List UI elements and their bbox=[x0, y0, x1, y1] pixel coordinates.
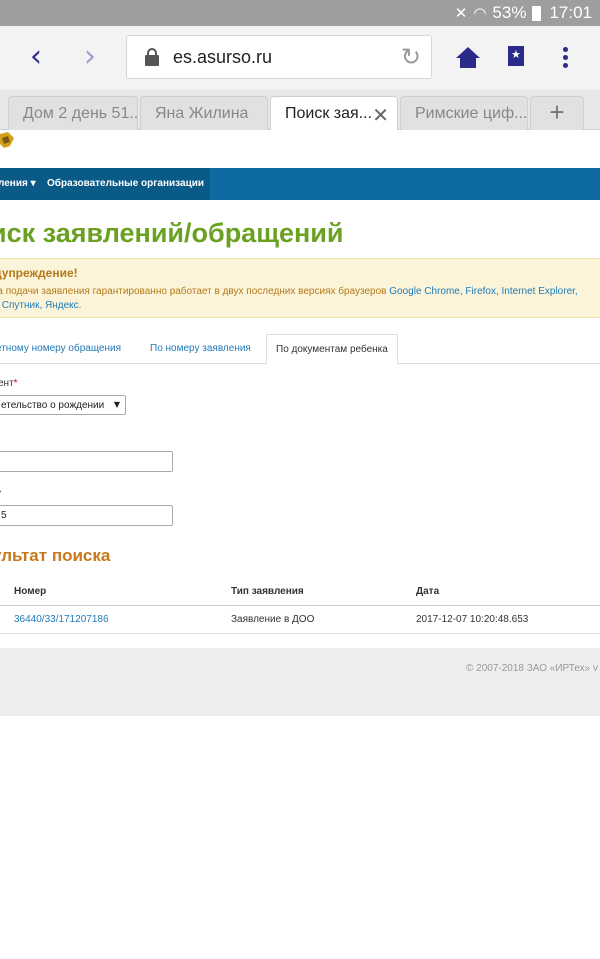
copyright-text: © 2007-2018 ЗАО «ИРТех» v bbox=[466, 663, 598, 674]
document-number-input[interactable]: 5 bbox=[0, 505, 173, 526]
warning-title: дупреждение! bbox=[0, 266, 78, 280]
back-button[interactable]: ‹ bbox=[18, 40, 54, 76]
results-title: ультат поиска bbox=[0, 546, 111, 565]
battery-icon bbox=[532, 5, 542, 21]
url-text: es.asurso.ru bbox=[173, 47, 273, 67]
forward-button[interactable]: › bbox=[72, 40, 108, 76]
tab-by-child-documents[interactable]: По документам ребенка bbox=[266, 334, 398, 365]
column-date: Дата bbox=[416, 586, 440, 597]
warning-line-1: га подачи заявления гарантированно работ… bbox=[0, 286, 578, 297]
document-series-input[interactable] bbox=[0, 451, 173, 472]
tab-label: Яна Жилина bbox=[155, 105, 249, 122]
reload-icon[interactable]: ↻ bbox=[401, 43, 421, 71]
dropdown-arrow-icon: ▼ bbox=[113, 400, 120, 409]
warning-line-2[interactable]: i, Спутник, Яндекс. bbox=[0, 300, 81, 311]
select-value: етельство о рождении bbox=[1, 400, 105, 411]
document-label: ент* bbox=[0, 378, 18, 389]
search-tabs: етному номеру обращения По номеру заявле… bbox=[0, 334, 600, 365]
nav-item-organizations[interactable]: Образовательные организации bbox=[47, 178, 204, 189]
tab-2[interactable]: Яна Жилина bbox=[140, 96, 268, 130]
column-number: Номер bbox=[14, 586, 47, 597]
tab-3-active[interactable]: Поиск зая... ✕ bbox=[270, 96, 398, 131]
menu-icon[interactable] bbox=[558, 44, 572, 72]
bookmark-icon[interactable]: ★ bbox=[508, 46, 524, 66]
tab-4[interactable]: Римские циф... bbox=[400, 96, 528, 130]
document-number-label: › bbox=[0, 486, 1, 497]
required-mark: * bbox=[13, 378, 18, 389]
close-icon[interactable]: ✕ bbox=[372, 103, 389, 128]
column-type: Тип заявления bbox=[231, 586, 304, 597]
table-row-divider bbox=[0, 633, 600, 634]
tab-label: Дом 2 день 51... bbox=[23, 105, 138, 122]
muted-icon: ✕ bbox=[454, 4, 468, 22]
result-number-link[interactable]: 36440/33/171207186 bbox=[14, 614, 109, 625]
battery-percent: 53% bbox=[492, 3, 527, 22]
result-type: Заявление в ДОО bbox=[231, 614, 315, 625]
result-date: 2017-12-07 10:20:48.653 bbox=[416, 614, 529, 625]
tab-strip: Дом 2 день 51... Яна Жилина Поиск зая...… bbox=[0, 90, 600, 131]
site-navbar: ления ▾ Образовательные организации bbox=[0, 168, 600, 200]
wifi-icon: ◠ bbox=[473, 4, 487, 22]
new-tab-button[interactable]: + bbox=[530, 96, 584, 130]
page-footer: © 2007-2018 ЗАО «ИРТех» v bbox=[0, 648, 600, 716]
home-icon[interactable] bbox=[456, 47, 480, 69]
browser-toolbar: ‹ › es.asurso.ru ↻ ★ bbox=[0, 26, 600, 90]
address-bar[interactable]: es.asurso.ru ↻ bbox=[126, 35, 432, 79]
nav-item-applications[interactable]: ления ▾ bbox=[0, 178, 36, 189]
tab-1[interactable]: Дом 2 день 51... bbox=[8, 96, 138, 130]
table-header-divider bbox=[0, 605, 600, 606]
status-icons: ✕ ◠ 53% 17:01 bbox=[455, 3, 592, 23]
tab-label: Римские циф... bbox=[415, 105, 528, 122]
warning-box: дупреждение! га подачи заявления гаранти… bbox=[0, 258, 600, 318]
label-text: ент bbox=[0, 378, 14, 389]
status-bar: ✕ ◠ 53% 17:01 bbox=[0, 0, 600, 26]
browser-links[interactable]: Google Chrome, Firefox, Internet Explore… bbox=[389, 286, 577, 297]
tab-label: Поиск зая... bbox=[285, 105, 373, 122]
warning-text: га подачи заявления гарантированно работ… bbox=[0, 286, 387, 297]
clock: 17:01 bbox=[549, 3, 592, 22]
tab-by-request-number[interactable]: етному номеру обращения bbox=[0, 334, 121, 364]
web-page: ления ▾ Образовательные организации иск … bbox=[0, 130, 600, 959]
document-type-select[interactable]: етельство о рождении ▼ bbox=[0, 395, 126, 415]
tab-by-application-number[interactable]: По номеру заявления bbox=[150, 334, 251, 364]
input-value: 5 bbox=[1, 510, 7, 521]
lock-icon bbox=[145, 48, 159, 66]
emblem-icon bbox=[0, 132, 14, 148]
page-title: иск заявлений/обращений bbox=[0, 218, 344, 248]
